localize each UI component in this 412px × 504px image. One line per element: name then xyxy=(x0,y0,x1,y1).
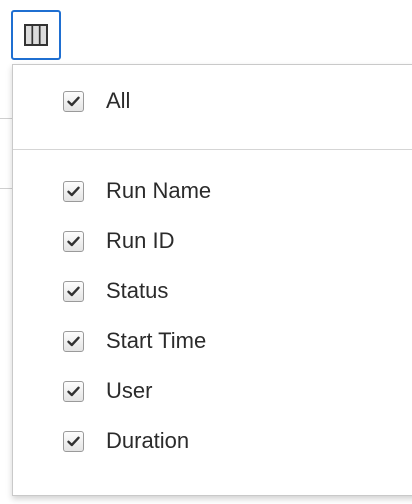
columns-icon xyxy=(24,24,48,46)
checkbox-run-id[interactable] xyxy=(63,230,84,252)
column-chooser-dropdown: All Run Name Run ID Status Start Time Us… xyxy=(12,64,412,496)
column-option-user[interactable]: User xyxy=(63,373,152,409)
column-option-duration[interactable]: Duration xyxy=(63,423,189,459)
checkmark-icon xyxy=(67,236,80,246)
column-option-label: All xyxy=(106,88,131,113)
column-option-label: Duration xyxy=(106,428,190,453)
menu-divider xyxy=(13,149,412,150)
checkbox-all[interactable] xyxy=(63,90,84,112)
column-option-all[interactable]: All xyxy=(63,83,130,119)
column-option-status[interactable]: Status xyxy=(63,273,168,309)
checkmark-icon xyxy=(67,386,80,396)
checkmark-icon xyxy=(67,186,80,196)
column-option-label: Run ID xyxy=(106,228,175,253)
checkmark-icon xyxy=(67,436,80,446)
checkbox-user[interactable] xyxy=(63,380,84,402)
column-option-run-name[interactable]: Run Name xyxy=(63,173,211,209)
column-option-label: Run Name xyxy=(106,178,212,203)
checkbox-status[interactable] xyxy=(63,280,84,302)
checkbox-duration[interactable] xyxy=(63,430,84,452)
column-option-label: Status xyxy=(106,278,169,303)
checkbox-start-time[interactable] xyxy=(63,330,84,352)
checkmark-icon xyxy=(67,286,80,296)
background-table-border xyxy=(0,188,12,189)
checkmark-icon xyxy=(67,336,80,346)
column-option-label: User xyxy=(106,378,153,403)
column-option-label: Start Time xyxy=(106,328,207,353)
column-chooser-button[interactable] xyxy=(11,10,61,60)
background-table-border xyxy=(0,118,12,119)
column-option-start-time[interactable]: Start Time xyxy=(63,323,206,359)
checkbox-run-name[interactable] xyxy=(63,180,84,202)
checkmark-icon xyxy=(67,96,80,106)
column-option-run-id[interactable]: Run ID xyxy=(63,223,174,259)
